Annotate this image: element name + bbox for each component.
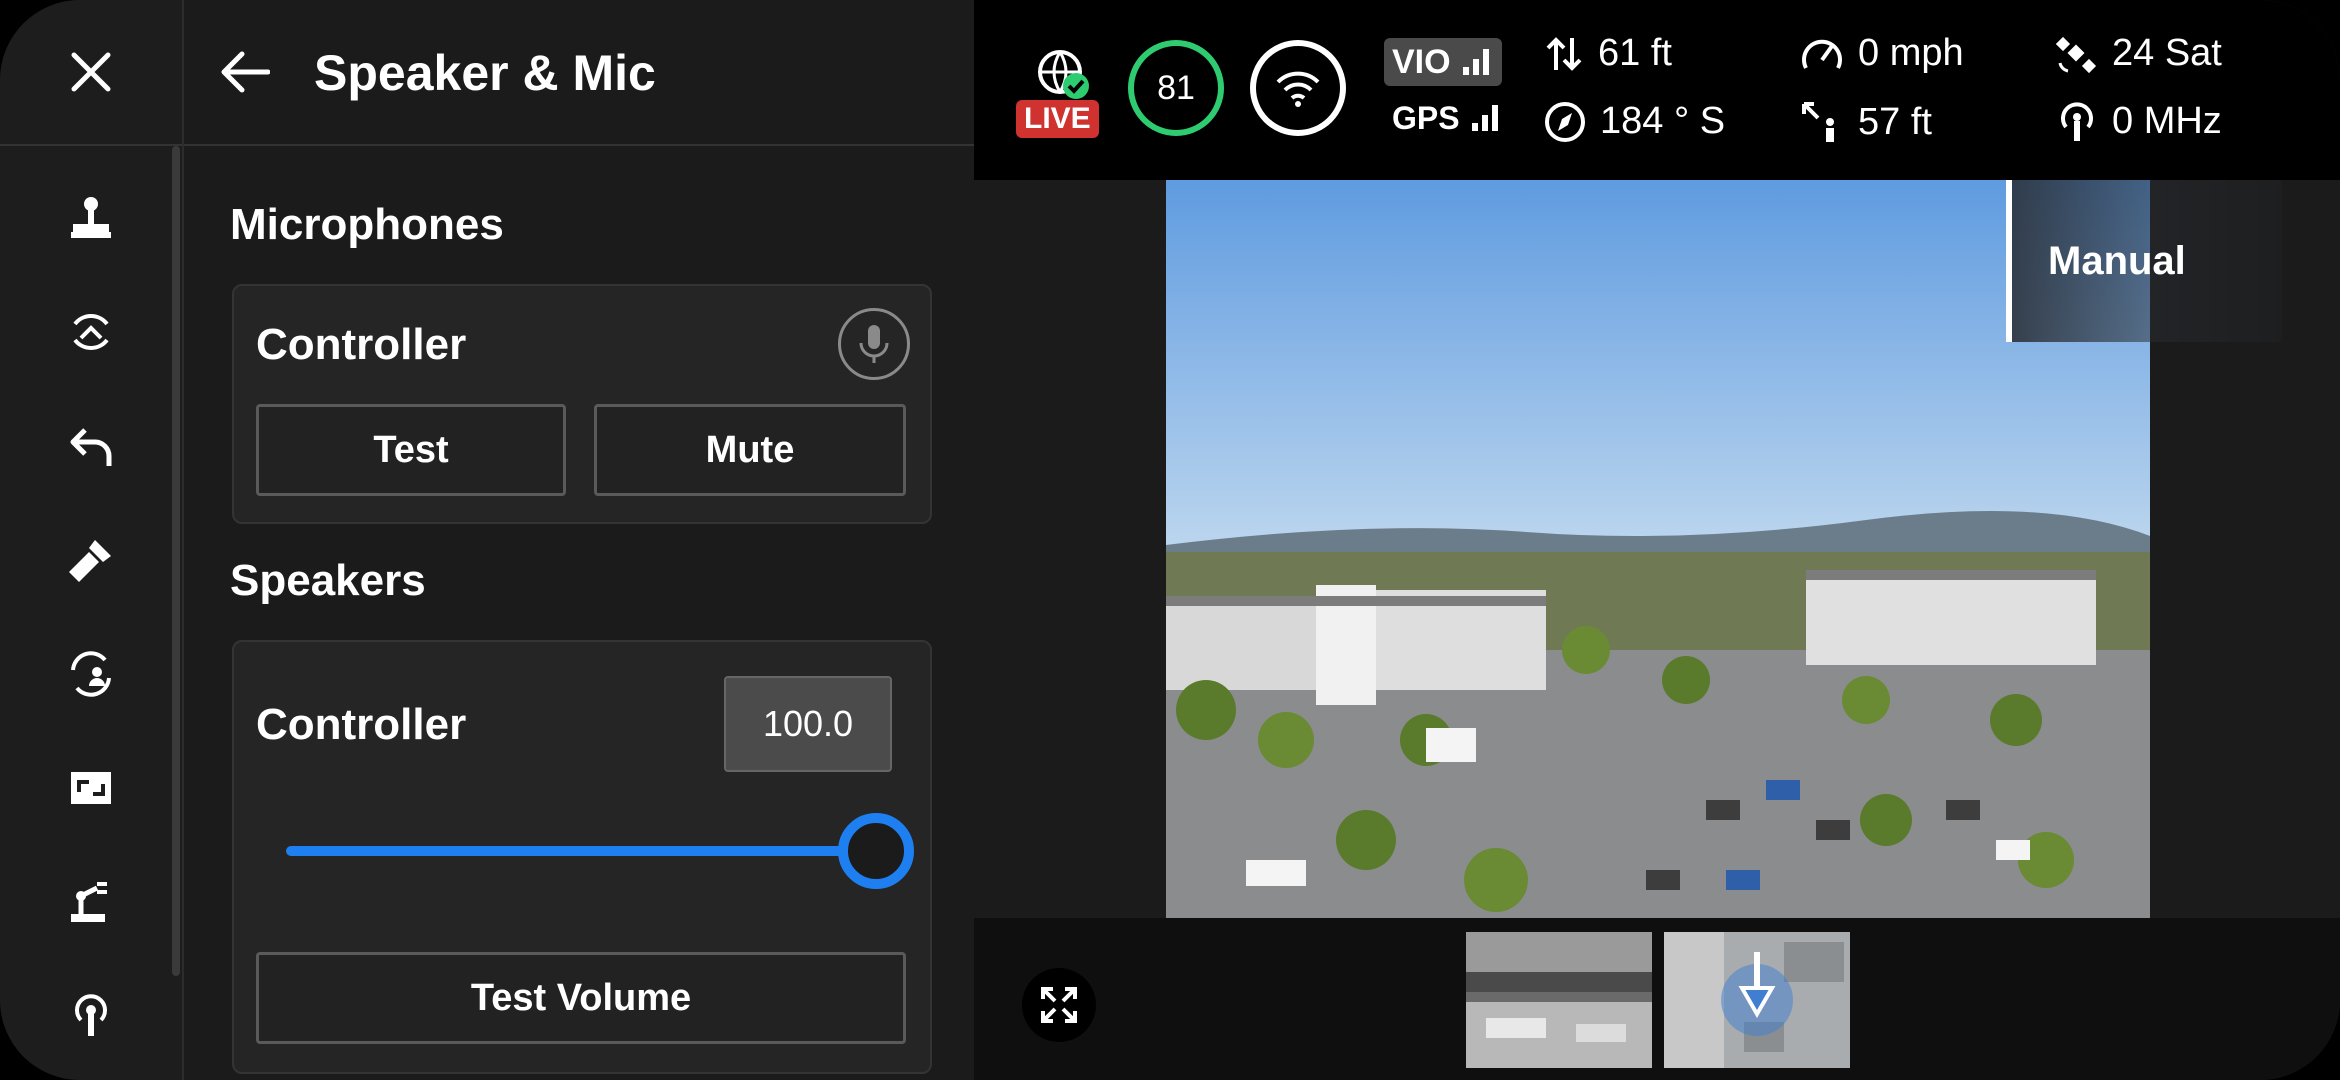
back-button[interactable] bbox=[204, 32, 284, 112]
left-rail bbox=[0, 0, 184, 1080]
rail-item-gimbal[interactable] bbox=[0, 292, 182, 372]
microphones-section-title: Microphones bbox=[230, 200, 504, 249]
mic-card-title: Controller bbox=[256, 320, 467, 369]
heading-value: 184 ° S bbox=[1600, 100, 1726, 142]
flight-mode-badge[interactable]: Manual bbox=[2006, 180, 2282, 342]
rail-item-user-sync[interactable] bbox=[0, 634, 182, 714]
wifi-indicator[interactable] bbox=[1250, 40, 1346, 136]
wifi-icon bbox=[1276, 71, 1320, 107]
arrow-left-icon bbox=[221, 51, 270, 93]
mic-mute-button[interactable]: Mute bbox=[594, 404, 906, 496]
expand-button[interactable] bbox=[1022, 968, 1096, 1042]
volume-input[interactable] bbox=[724, 676, 892, 772]
map-view-thumbnail[interactable] bbox=[1664, 932, 1850, 1068]
return-icon bbox=[70, 428, 112, 466]
frequency-readout: 0 MHz bbox=[2056, 100, 2222, 143]
volume-slider[interactable] bbox=[286, 813, 914, 889]
gimbal-icon bbox=[73, 314, 109, 350]
speedometer-icon bbox=[1802, 39, 1842, 69]
telemetry-bar: LIVE 81 VIO GPS 61 ft 184 ° S 0 mph 57 f… bbox=[974, 0, 2340, 180]
satellites-value: 24 Sat bbox=[2112, 32, 2222, 74]
volume-slider-thumb[interactable] bbox=[838, 813, 914, 889]
distance-readout: 57 ft bbox=[1800, 100, 1932, 144]
microphone-icon[interactable] bbox=[838, 308, 910, 380]
user-sync-icon bbox=[71, 651, 111, 697]
microphone-card: Controller Test Mute bbox=[232, 284, 932, 524]
compass-icon bbox=[1545, 101, 1585, 142]
video-area: LIVE 81 VIO GPS 61 ft 184 ° S 0 mph 57 f… bbox=[974, 0, 2340, 1080]
rail-item-flashlight[interactable] bbox=[0, 520, 182, 600]
robot-arm-icon bbox=[71, 882, 107, 922]
altitude-readout: 61 ft bbox=[1544, 32, 1672, 75]
globe-check-icon bbox=[1038, 50, 1089, 99]
camera-scene bbox=[1166, 180, 2150, 918]
satellites-readout: 24 Sat bbox=[2056, 32, 2222, 75]
gps-label: GPS bbox=[1392, 99, 1460, 136]
rail-item-return[interactable] bbox=[0, 406, 182, 486]
distance-value: 57 ft bbox=[1858, 100, 1932, 143]
speed-value: 0 mph bbox=[1858, 32, 1964, 74]
antenna-icon bbox=[75, 994, 107, 1036]
close-icon bbox=[71, 52, 111, 92]
thermal-view-thumbnail[interactable] bbox=[1466, 932, 1652, 1068]
antenna-icon bbox=[2061, 101, 2093, 141]
joystick-icon bbox=[71, 197, 111, 238]
app-frame: Speaker & Mic Microphones Controller Tes… bbox=[0, 0, 2340, 1080]
speakers-section-title: Speakers bbox=[230, 556, 426, 605]
altitude-arrows-icon bbox=[1546, 36, 1582, 71]
speaker-card: Controller Test Volume bbox=[232, 640, 932, 1074]
distance-person-icon bbox=[1802, 102, 1834, 142]
rail-item-antenna[interactable] bbox=[0, 976, 182, 1056]
expand-icon bbox=[1041, 987, 1077, 1023]
altitude-value: 61 ft bbox=[1598, 32, 1672, 74]
flashlight-icon bbox=[69, 540, 111, 582]
vio-indicator: VIO bbox=[1384, 38, 1502, 86]
test-volume-button[interactable]: Test Volume bbox=[256, 952, 906, 1044]
gps-indicator: GPS bbox=[1384, 96, 1502, 140]
vio-label: VIO bbox=[1392, 42, 1451, 81]
heading-readout: 184 ° S bbox=[1544, 100, 1725, 143]
bottom-bar bbox=[974, 918, 2340, 1080]
camera-feed[interactable] bbox=[1166, 180, 2150, 918]
panel-header: Speaker & Mic bbox=[184, 0, 974, 146]
frequency-value: 0 MHz bbox=[2112, 100, 2222, 142]
speed-readout: 0 mph bbox=[1800, 32, 1964, 75]
speaker-card-title: Controller bbox=[256, 700, 467, 749]
settings-panel: Speaker & Mic Microphones Controller Tes… bbox=[184, 0, 974, 1080]
close-button[interactable] bbox=[0, 0, 182, 146]
aspect-ratio-icon bbox=[71, 772, 111, 804]
rail-item-aspect-ratio[interactable] bbox=[0, 748, 182, 828]
rail-item-robot-arm[interactable] bbox=[0, 862, 182, 942]
volume-slider-fill bbox=[286, 846, 876, 856]
live-badge: LIVE bbox=[1016, 100, 1099, 138]
battery-indicator[interactable]: 81 bbox=[1128, 40, 1224, 136]
signal-bars-icon bbox=[1471, 105, 1498, 131]
satellite-icon bbox=[2056, 36, 2097, 73]
rail-scrollbar[interactable] bbox=[172, 146, 180, 976]
signal-bars-icon bbox=[1462, 49, 1489, 75]
mic-test-button[interactable]: Test bbox=[256, 404, 566, 496]
rail-item-joystick[interactable] bbox=[0, 178, 182, 258]
page-title: Speaker & Mic bbox=[314, 45, 656, 101]
